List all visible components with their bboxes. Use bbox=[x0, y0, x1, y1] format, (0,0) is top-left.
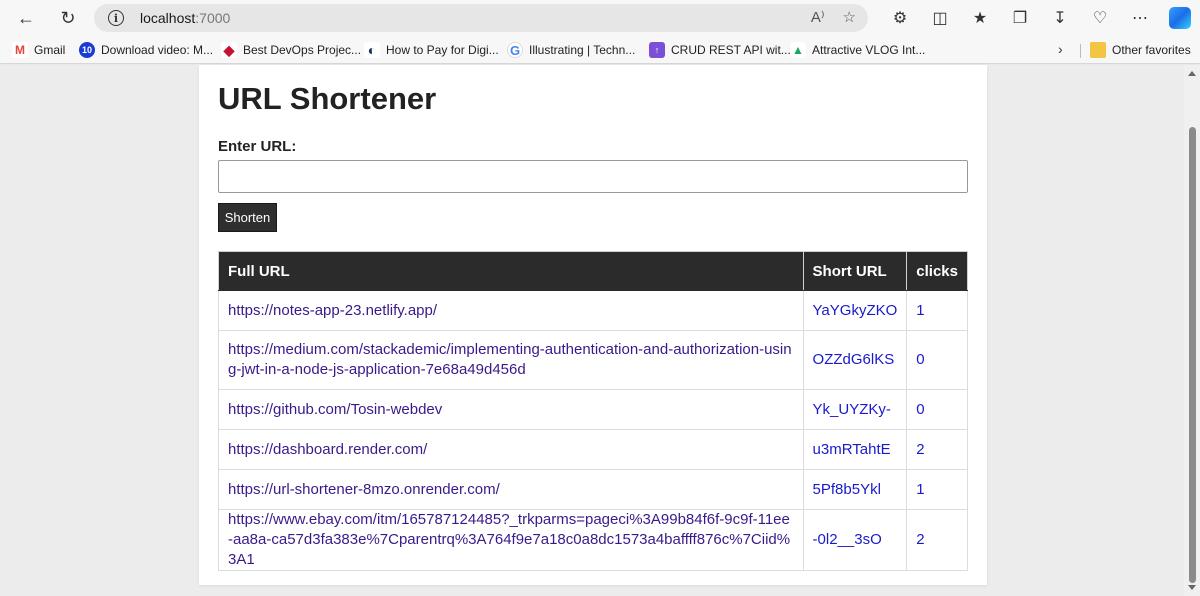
table-row: https://www.ebay.com/itm/165787124485?_t… bbox=[218, 509, 968, 571]
address-actions: A⁾ ☆ bbox=[811, 8, 856, 26]
bookmark-label: Gmail bbox=[34, 43, 66, 57]
bookmark-crud-api[interactable]: ↑ CRUD REST API wit... bbox=[649, 41, 791, 59]
bookmark-label: Illustrating | Techn... bbox=[529, 43, 636, 57]
urls-table: Full URL Short URL clicks https://notes-… bbox=[218, 251, 968, 571]
bookmark-download-video[interactable]: 10 Download video: M... bbox=[79, 41, 213, 59]
short-url-cell: YaYGkyZKO bbox=[802, 290, 908, 331]
scroll-down-icon[interactable] bbox=[1188, 585, 1196, 590]
short-url-cell: 5Pf8b5Ykl bbox=[802, 469, 908, 510]
collections-icon[interactable]: ❐ bbox=[1000, 3, 1040, 33]
folder-icon bbox=[1090, 42, 1106, 58]
full-url-cell: https://dashboard.render.com/ bbox=[218, 429, 804, 470]
url-input-label: Enter URL: bbox=[218, 138, 297, 155]
short-url-link[interactable]: Yk_UYZKy- bbox=[813, 401, 891, 418]
bookmark-label: Attractive VLOG Int... bbox=[812, 43, 926, 57]
short-url-cell: OZZdG6lKS bbox=[802, 330, 908, 390]
clicks-cell: 2 bbox=[906, 509, 968, 571]
table-row: https://github.com/Tosin-webdev Yk_UYZKy… bbox=[218, 389, 968, 430]
clicks-cell: 0 bbox=[906, 389, 968, 430]
vertical-scrollbar[interactable] bbox=[1184, 65, 1200, 596]
short-url-link[interactable]: u3mRTahtE bbox=[813, 441, 891, 458]
bookmark-label: How to Pay for Digi... bbox=[386, 43, 499, 57]
short-url-cell: Yk_UYZKy- bbox=[802, 389, 908, 430]
header-full-url: Full URL bbox=[218, 251, 804, 291]
address-host: localhost bbox=[140, 10, 196, 26]
copilot-icon[interactable] bbox=[1160, 3, 1200, 33]
table-header-row: Full URL Short URL clicks bbox=[218, 251, 968, 291]
full-url-link[interactable]: https://notes-app-23.netlify.app/ bbox=[228, 302, 437, 319]
url-input[interactable] bbox=[218, 160, 968, 193]
drive-icon: ▲ bbox=[790, 42, 806, 58]
refresh-icon[interactable]: ↻ bbox=[53, 3, 83, 33]
site-icon: ◐ bbox=[364, 42, 380, 58]
table-row: https://dashboard.render.com/ u3mRTahtE … bbox=[218, 429, 968, 470]
bookmark-other-favorites[interactable]: Other favorites bbox=[1090, 41, 1191, 59]
full-url-link[interactable]: https://github.com/Tosin-webdev bbox=[228, 401, 442, 418]
chevron-right-icon[interactable]: › bbox=[1058, 41, 1063, 57]
page-title: URL Shortener bbox=[218, 81, 437, 116]
header-short-url: Short URL bbox=[802, 251, 908, 291]
google-icon: G bbox=[507, 42, 523, 58]
extensions-icon[interactable]: ⚙ bbox=[880, 3, 920, 33]
bookmark-pay-digital[interactable]: ◐ How to Pay for Digi... bbox=[364, 41, 499, 59]
favorites-icon[interactable]: ★ bbox=[960, 3, 1000, 33]
bookmark-devops[interactable]: ◆ Best DevOps Projec... bbox=[221, 41, 361, 59]
toolbar-actions: ⚙ ◫ ★ ❐ ↧ ♡ ⋯ bbox=[880, 3, 1200, 33]
full-url-cell: https://notes-app-23.netlify.app/ bbox=[218, 290, 804, 331]
bookmark-vlog[interactable]: ▲ Attractive VLOG Int... bbox=[790, 41, 925, 59]
full-url-cell: https://github.com/Tosin-webdev bbox=[218, 389, 804, 430]
address-port: :7000 bbox=[195, 10, 231, 26]
back-icon[interactable]: ← bbox=[11, 3, 41, 33]
bookmark-illustrating[interactable]: G Illustrating | Techn... bbox=[507, 41, 635, 59]
full-url-link[interactable]: https://dashboard.render.com/ bbox=[228, 441, 427, 458]
header-clicks: clicks bbox=[906, 251, 968, 291]
full-url-cell: https://medium.com/stackademic/implement… bbox=[218, 330, 804, 390]
bookmark-label: CRUD REST API wit... bbox=[671, 43, 791, 57]
shorten-button[interactable]: Shorten bbox=[218, 203, 277, 232]
split-screen-icon[interactable]: ◫ bbox=[920, 3, 960, 33]
table-row: https://medium.com/stackademic/implement… bbox=[218, 330, 968, 390]
clicks-cell: 0 bbox=[906, 330, 968, 390]
gmail-icon: M bbox=[12, 42, 28, 58]
short-url-link[interactable]: YaYGkyZKO bbox=[813, 302, 898, 319]
bookmark-label: Other favorites bbox=[1112, 43, 1191, 57]
cube-icon: ◆ bbox=[221, 42, 237, 58]
table-row: https://notes-app-23.netlify.app/ YaYGky… bbox=[218, 290, 968, 331]
scroll-up-icon[interactable] bbox=[1188, 71, 1196, 76]
bookmark-label: Download video: M... bbox=[101, 43, 214, 57]
info-icon[interactable]: i bbox=[108, 10, 124, 26]
health-icon[interactable]: ♡ bbox=[1080, 3, 1120, 33]
badge-icon: 10 bbox=[79, 42, 95, 58]
favorite-star-icon[interactable]: ☆ bbox=[843, 8, 856, 26]
clicks-cell: 2 bbox=[906, 429, 968, 470]
rocket-icon: ↑ bbox=[649, 42, 665, 58]
short-url-cell: u3mRTahtE bbox=[802, 429, 908, 470]
scroll-thumb[interactable] bbox=[1189, 127, 1196, 583]
downloads-icon[interactable]: ↧ bbox=[1040, 3, 1080, 33]
short-url-cell: -0l2__3sO bbox=[802, 509, 908, 571]
full-url-cell: https://www.ebay.com/itm/165787124485?_t… bbox=[218, 509, 804, 571]
bookmarks-bar: M Gmail 10 Download video: M... ◆ Best D… bbox=[0, 36, 1200, 64]
short-url-link[interactable]: 5Pf8b5Ykl bbox=[813, 481, 881, 498]
clicks-cell: 1 bbox=[906, 469, 968, 510]
short-url-link[interactable]: OZZdG6lKS bbox=[813, 351, 895, 368]
read-aloud-icon[interactable]: A⁾ bbox=[811, 8, 825, 26]
full-url-link[interactable]: https://url-shortener-8mzo.onrender.com/ bbox=[228, 481, 500, 498]
url-shortener-card: URL Shortener Enter URL: Shorten Full UR… bbox=[199, 65, 987, 585]
clicks-cell: 1 bbox=[906, 290, 968, 331]
bookmark-label: Best DevOps Projec... bbox=[243, 43, 362, 57]
bookmark-gmail[interactable]: M Gmail bbox=[12, 41, 65, 59]
table-row: https://url-shortener-8mzo.onrender.com/… bbox=[218, 469, 968, 510]
bookmarks-divider bbox=[1080, 44, 1081, 58]
full-url-link[interactable]: https://medium.com/stackademic/implement… bbox=[228, 341, 792, 378]
full-url-cell: https://url-shortener-8mzo.onrender.com/ bbox=[218, 469, 804, 510]
short-url-link[interactable]: -0l2__3sO bbox=[813, 531, 882, 548]
browser-toolbar: ← ↻ i localhost:7000 A⁾ ☆ ⚙ ◫ ★ ❐ ↧ ♡ ⋯ bbox=[0, 0, 1200, 36]
full-url-link[interactable]: https://www.ebay.com/itm/165787124485?_t… bbox=[228, 511, 790, 568]
address-bar[interactable]: i localhost:7000 A⁾ ☆ bbox=[94, 4, 868, 32]
more-menu-icon[interactable]: ⋯ bbox=[1120, 3, 1160, 33]
